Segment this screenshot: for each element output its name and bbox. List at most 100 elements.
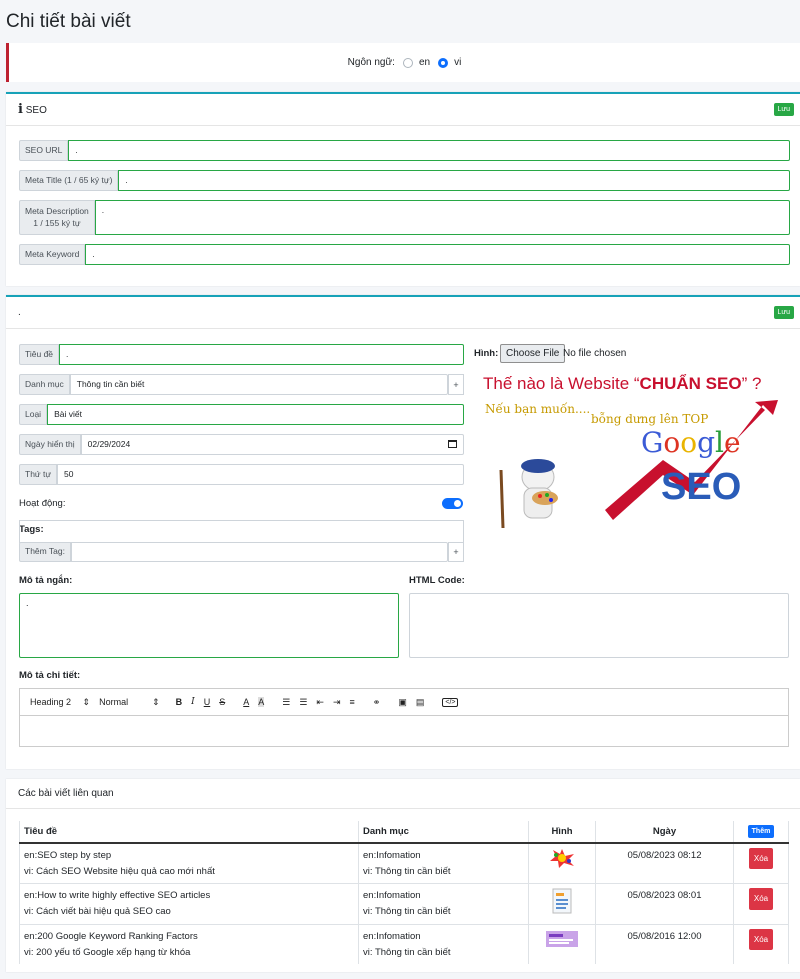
bold-icon[interactable]: B	[176, 697, 183, 707]
seo-save-button[interactable]: Lưu	[773, 103, 794, 116]
row-cat-en: en:Infomation	[363, 890, 421, 902]
meta-title-label: Meta Title (1 / 65 ký tự)	[19, 170, 119, 191]
image-label: Hình:	[474, 348, 499, 359]
date-value: 02/29/2024	[87, 439, 131, 449]
meta-desc-textarea[interactable]: .	[94, 200, 790, 235]
ordered-list-icon[interactable]: ☰	[282, 697, 290, 708]
row-thumbnail	[550, 849, 574, 868]
meta-desc-label-line1: Meta Description	[25, 205, 89, 216]
related-header: Các bài viết liên quan	[6, 779, 800, 809]
google-letter-4: g	[697, 426, 716, 459]
size-select[interactable]: Normal ⇕	[99, 697, 160, 708]
type-label: Loại	[19, 404, 48, 425]
long-desc-label: Mô tả chi tiết:	[19, 670, 81, 681]
delete-button[interactable]: Xóa	[748, 848, 774, 870]
active-toggle[interactable]	[442, 498, 463, 509]
editor-toolbar: Heading 2 ⇕ Normal ⇕ B I U S A A ☰ ☰ ⇤ ⇥…	[19, 688, 789, 716]
indent-icon[interactable]: ⇥	[333, 697, 341, 708]
meta-desc-label-line2: 1 / 155 ký tự	[33, 217, 81, 228]
seo-card: i SEO Lưu SEO URL . Meta Title (1 / 65 k…	[6, 92, 800, 286]
bullet-list-icon[interactable]: ☰	[299, 697, 307, 708]
title-input[interactable]: .	[59, 344, 464, 365]
date-input[interactable]: 02/29/2024	[80, 434, 464, 455]
seo-url-label: SEO URL	[19, 140, 69, 161]
row-thumbnail	[546, 931, 578, 948]
meta-keyword-label: Meta Keyword	[19, 244, 86, 265]
col-date: Ngày	[595, 821, 734, 844]
lang-vi-label: vi	[454, 57, 462, 68]
title-label: Tiêu đề	[19, 344, 60, 365]
heading-select[interactable]: Heading 2 ⇕	[30, 697, 90, 708]
category-add-button[interactable]: +	[448, 374, 464, 395]
short-desc-label: Mô tả ngắn:	[19, 575, 73, 586]
row-title-vi: vi: Cách SEO Website hiệu quả cao mới nh…	[24, 865, 215, 877]
add-related-button[interactable]: Thêm	[747, 825, 775, 838]
row-cat-vi: vi: Thông tin cần biết	[363, 865, 451, 877]
delete-button[interactable]: Xóa	[748, 888, 774, 910]
table-row: en:SEO step by step vi: Cách SEO Website …	[19, 842, 789, 884]
italic-icon[interactable]: I	[191, 697, 195, 707]
category-select[interactable]: Thông tin cần biết	[69, 374, 448, 395]
table-row: en:200 Google Keyword Ranking Factors vi:…	[19, 924, 789, 965]
type-select[interactable]: Bài viết	[47, 404, 464, 425]
add-tag-label: Thêm Tag:	[19, 542, 72, 562]
detail-save-button[interactable]: Lưu	[773, 306, 794, 319]
seo-header: SEO	[25, 105, 47, 116]
language-label: Ngôn ngữ:	[347, 57, 395, 68]
lang-en-label: en	[418, 57, 431, 68]
col-category: Danh mục	[358, 821, 529, 844]
choose-file-button[interactable]: Choose File	[500, 344, 566, 363]
row-title-vi: vi: 200 yếu tố Google xếp hạng từ khóa	[24, 946, 191, 958]
order-label: Thứ tự	[19, 464, 58, 485]
row-date: 05/08/2023 08:12	[595, 842, 734, 884]
heading-value: Heading 2	[30, 696, 72, 707]
code-view-icon[interactable]: </>	[442, 697, 459, 707]
html-code-label: HTML Code:	[409, 575, 465, 586]
banner-seo-text: SEO	[661, 466, 742, 508]
align-icon[interactable]: ≡	[350, 697, 355, 707]
link-icon[interactable]: ⚭	[373, 697, 381, 708]
row-title-en: en:How to write highly effective SEO art…	[24, 890, 211, 902]
row-title-en: en:200 Google Keyword Ranking Factors	[24, 931, 198, 943]
strike-icon[interactable]: S	[219, 697, 225, 707]
no-file-text: No file chosen	[563, 348, 627, 359]
seo-url-input[interactable]: .	[68, 140, 790, 161]
add-tag-input[interactable]	[71, 542, 448, 562]
related-card: Các bài viết liên quan Tiêu đề Danh mục …	[6, 779, 800, 972]
background-color-icon[interactable]: A	[258, 697, 265, 707]
row-cat-vi: vi: Thông tin cần biết	[363, 946, 451, 958]
related-table: Tiêu đề Danh mục Hình Ngày Thêm en:SEO s…	[19, 821, 789, 965]
underline-icon[interactable]: U	[204, 697, 211, 707]
banner-google-logo: Google	[641, 426, 741, 459]
calendar-icon[interactable]	[448, 440, 457, 448]
video-icon[interactable]: ▤	[416, 697, 425, 708]
banner-graphic	[499, 400, 778, 529]
google-letter-2: o	[663, 426, 681, 459]
short-desc-textarea[interactable]: .	[19, 593, 399, 658]
info-icon: i	[18, 102, 23, 117]
row-title-en: en:SEO step by step	[24, 850, 112, 861]
meta-keyword-input[interactable]: .	[85, 244, 790, 265]
row-date: 05/08/2023 08:01	[595, 883, 734, 925]
google-letter-3: o	[680, 426, 698, 459]
html-code-textarea[interactable]	[409, 593, 789, 658]
google-letter-1: G	[641, 426, 664, 459]
google-letter-6: e	[724, 426, 741, 459]
col-title: Tiêu đề	[19, 821, 359, 844]
article-image: Thế nào là Website “CHUẨN SEO” ? Nếu bạn…	[473, 370, 791, 538]
radio-vi[interactable]	[438, 57, 449, 68]
col-image: Hình	[528, 821, 596, 844]
editor-body[interactable]	[19, 716, 789, 747]
delete-button[interactable]: Xóa	[748, 929, 774, 951]
radio-en[interactable]	[402, 57, 413, 68]
outdent-icon[interactable]: ⇤	[316, 697, 324, 708]
meta-title-input[interactable]: .	[118, 170, 790, 191]
image-icon[interactable]: ▣	[398, 697, 407, 708]
table-row: en:How to write highly effective SEO art…	[19, 883, 789, 925]
order-input[interactable]: 50	[57, 464, 464, 485]
active-label: Hoạt động:	[19, 498, 66, 509]
font-color-icon[interactable]: A	[243, 697, 249, 707]
google-letter-5: l	[715, 426, 724, 459]
tags-box	[19, 520, 464, 543]
tag-add-button[interactable]: +	[448, 542, 464, 562]
